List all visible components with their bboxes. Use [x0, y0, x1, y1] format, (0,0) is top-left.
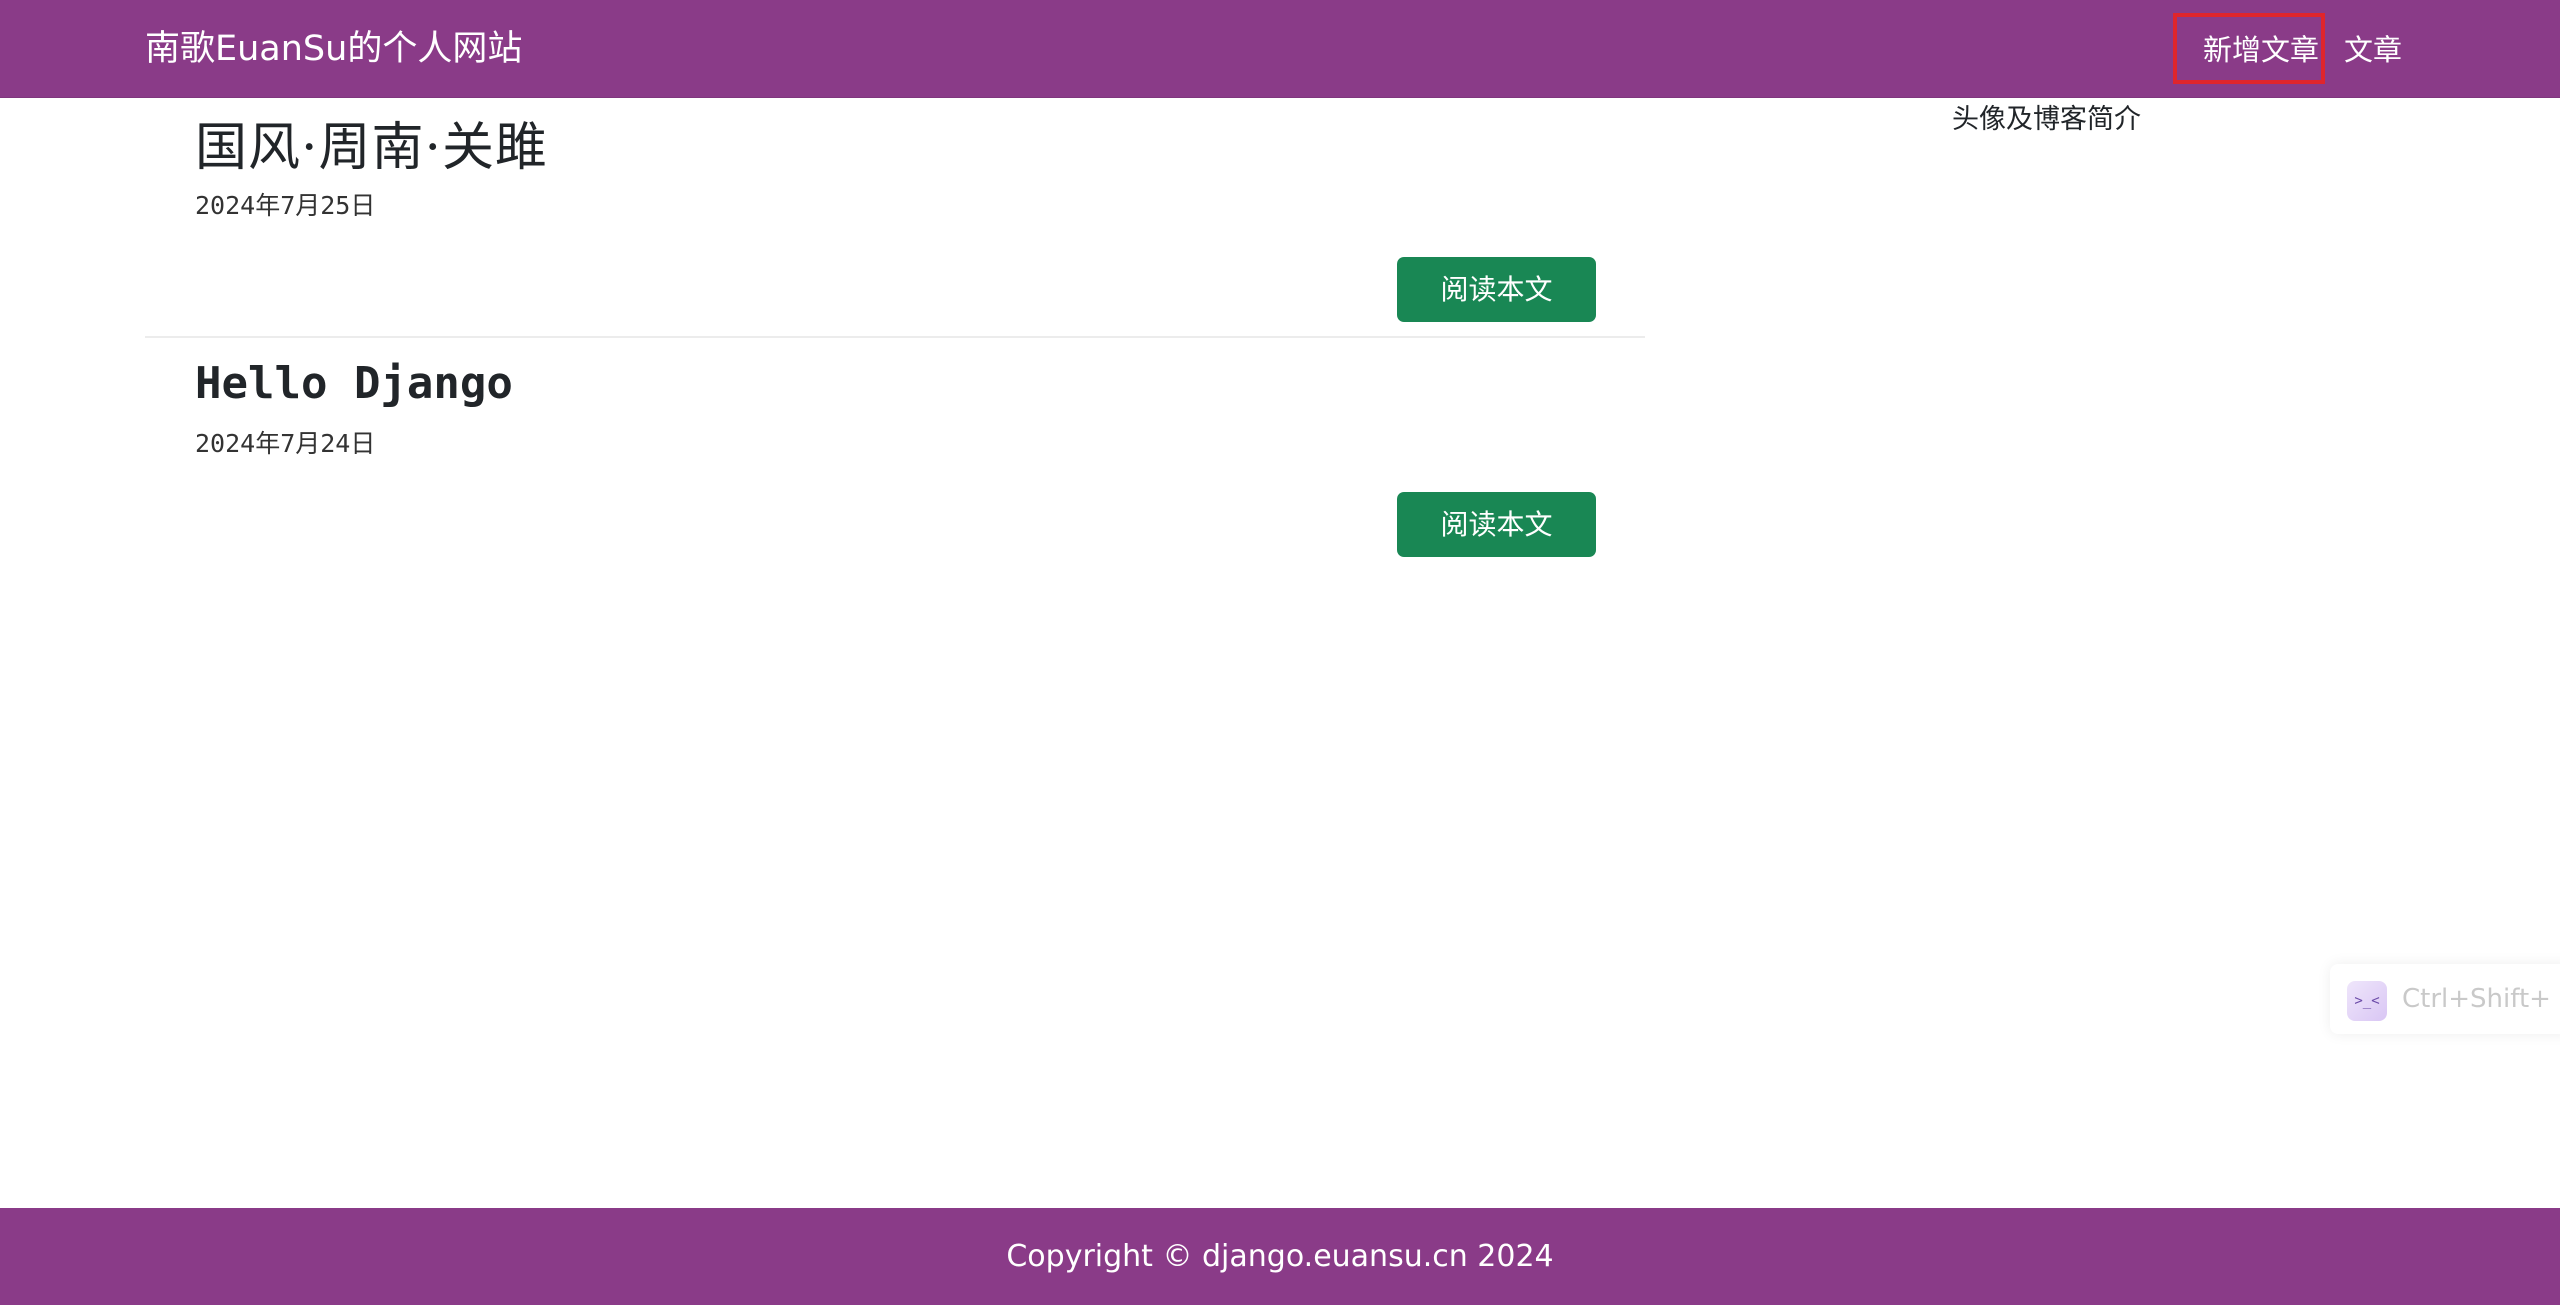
- nav-articles-link[interactable]: 文章: [2344, 31, 2402, 69]
- article-title: Hello Django: [195, 358, 513, 409]
- copyright-text: Copyright © django.euansu.cn 2024: [1006, 1239, 1554, 1274]
- article-title: 国风·周南·关雎: [195, 118, 549, 178]
- shortcut-hint-widget[interactable]: >_< Ctrl+Shift+: [2330, 964, 2560, 1034]
- nav-new-article-link[interactable]: 新增文章: [2203, 31, 2319, 69]
- article-date: 2024年7月25日: [195, 191, 376, 220]
- article-date: 2024年7月24日: [195, 429, 376, 458]
- sidebar-blog-intro: 头像及博客简介: [1952, 104, 2141, 135]
- top-navbar: 南歌EuanSu的个人网站 新增文章 文章: [0, 0, 2560, 98]
- page-footer: Copyright © django.euansu.cn 2024: [0, 1208, 2560, 1305]
- article-card: Hello Django 2024年7月24日 阅读本文: [145, 338, 1645, 568]
- read-article-button[interactable]: 阅读本文: [1397, 492, 1596, 557]
- command-icon: >_<: [2347, 981, 2387, 1021]
- read-article-button[interactable]: 阅读本文: [1397, 257, 1596, 322]
- shortcut-hint-text: Ctrl+Shift+: [2402, 984, 2551, 1014]
- site-brand-link[interactable]: 南歌EuanSu的个人网站: [145, 27, 522, 71]
- article-card: 国风·周南·关雎 2024年7月25日 阅读本文: [145, 98, 1645, 338]
